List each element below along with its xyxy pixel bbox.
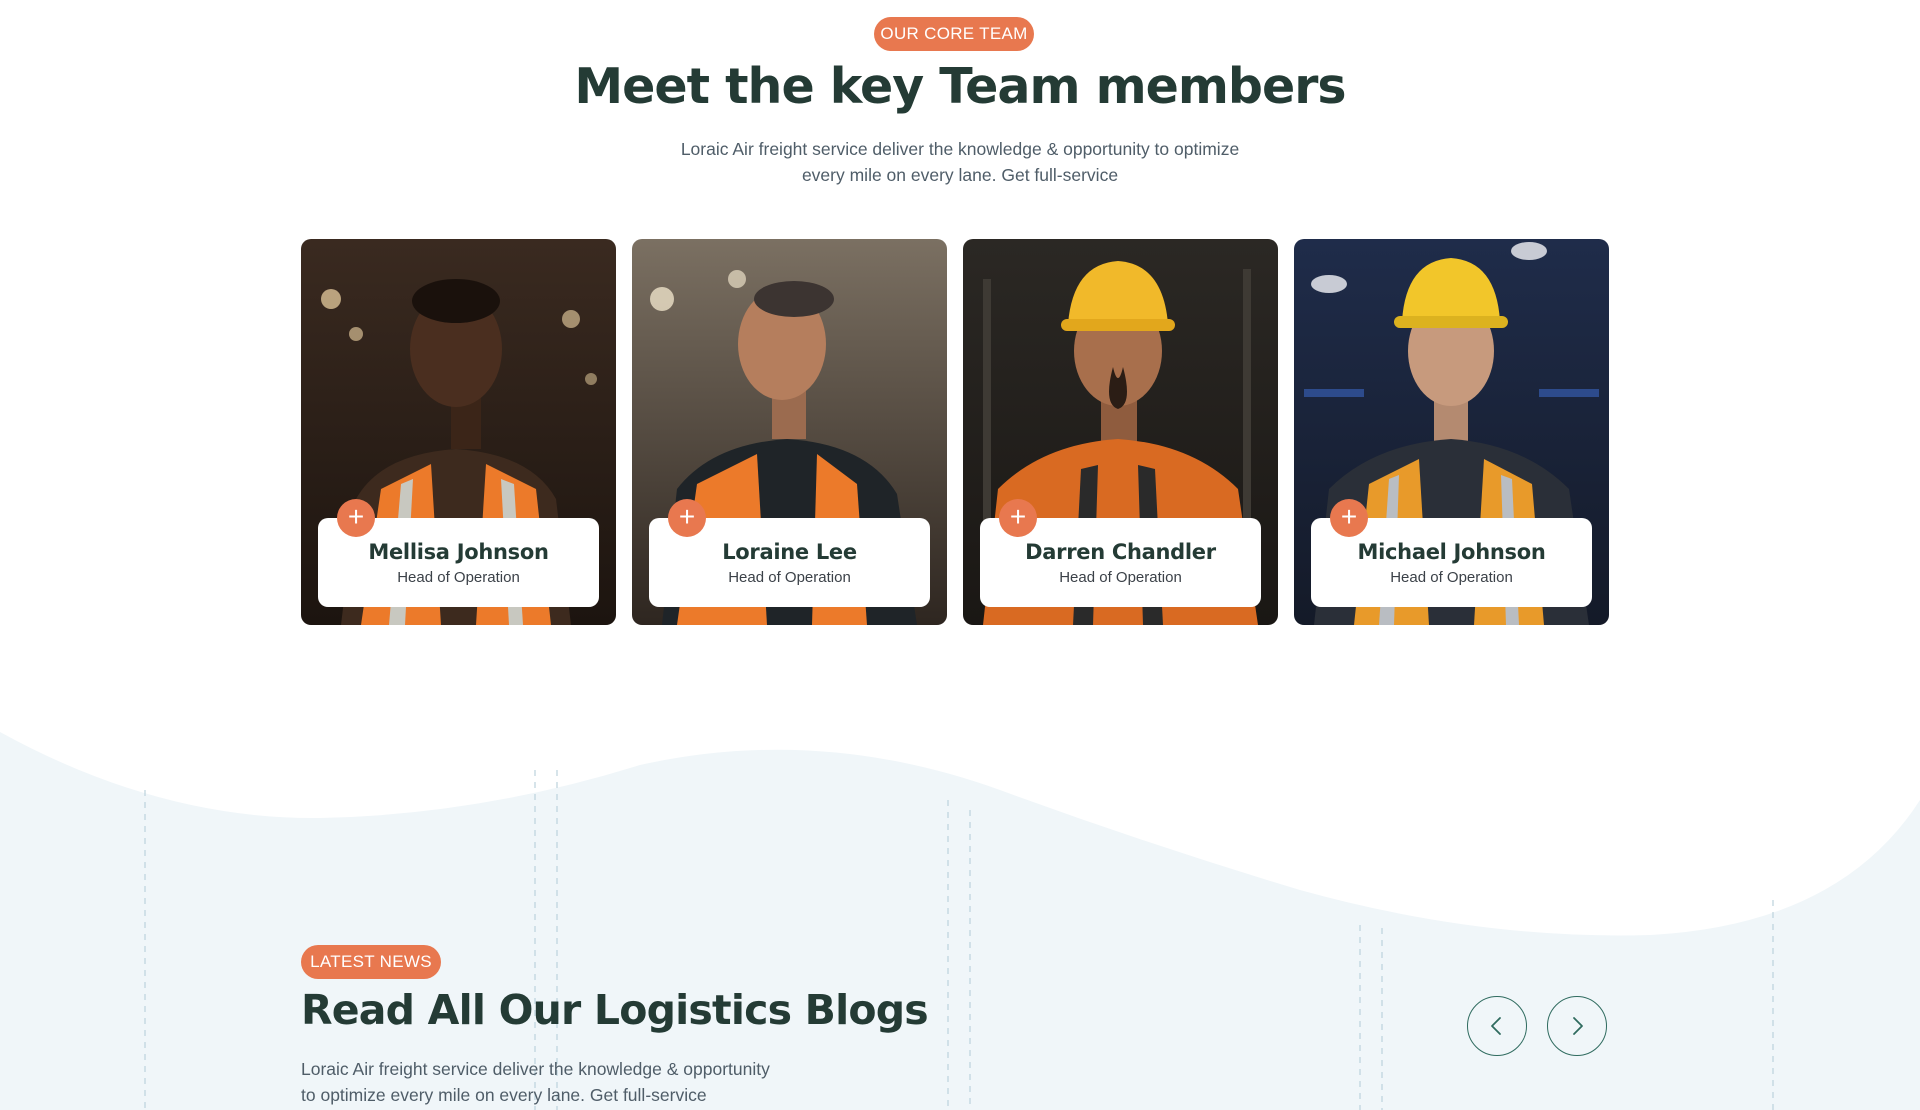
description-line: Loraic Air freight service deliver the k… (680, 139, 1240, 159)
description-line: Loraic Air freight service deliver the k… (301, 1059, 770, 1079)
member-name: Mellisa Johnson (368, 540, 549, 564)
member-role: Head of Operation (1059, 569, 1182, 586)
section-description: Loraic Air freight service deliver the k… (301, 1056, 801, 1108)
member-name: Michael Johnson (1357, 540, 1546, 564)
carousel-prev-button[interactable] (1467, 996, 1527, 1056)
member-role: Head of Operation (1390, 569, 1513, 586)
chevron-left-icon (1491, 1017, 1501, 1035)
plus-icon[interactable]: + (999, 499, 1037, 537)
plus-icon[interactable]: + (337, 499, 375, 537)
wave-background (0, 732, 1920, 1110)
member-role: Head of Operation (728, 569, 851, 586)
section-badge: OUR CORE TEAM (874, 17, 1034, 51)
member-role: Head of Operation (397, 569, 520, 586)
plus-icon[interactable]: + (668, 499, 706, 537)
section-title: Meet the key Team members (574, 58, 1346, 115)
carousel-next-button[interactable] (1547, 996, 1607, 1056)
team-card[interactable]: + Michael Johnson Head of Operation (1294, 239, 1609, 625)
team-card[interactable]: + Mellisa Johnson Head of Operation (301, 239, 616, 625)
member-name: Darren Chandler (1025, 540, 1216, 564)
section-title: Read All Our Logistics Blogs (301, 986, 929, 1034)
team-cards: + Mellisa Johnson Head of Operation + Lo… (301, 239, 1609, 625)
section-badge: LATEST NEWS (301, 945, 441, 979)
team-card[interactable]: + Darren Chandler Head of Operation (963, 239, 1278, 625)
team-card[interactable]: + Loraine Lee Head of Operation (632, 239, 947, 625)
section-description: Loraic Air freight service deliver the k… (660, 136, 1260, 188)
chevron-right-icon (1573, 1017, 1583, 1035)
plus-icon[interactable]: + (1330, 499, 1368, 537)
member-name: Loraine Lee (722, 540, 857, 564)
description-line: every mile on every lane. Get full-servi… (801, 165, 1119, 185)
team-section: OUR CORE TEAM Meet the key Team members … (0, 0, 1920, 720)
description-line: to optimize every mile on every lane. Ge… (301, 1085, 707, 1105)
blog-section: LATEST NEWS Read All Our Logistics Blogs… (0, 700, 1920, 1110)
